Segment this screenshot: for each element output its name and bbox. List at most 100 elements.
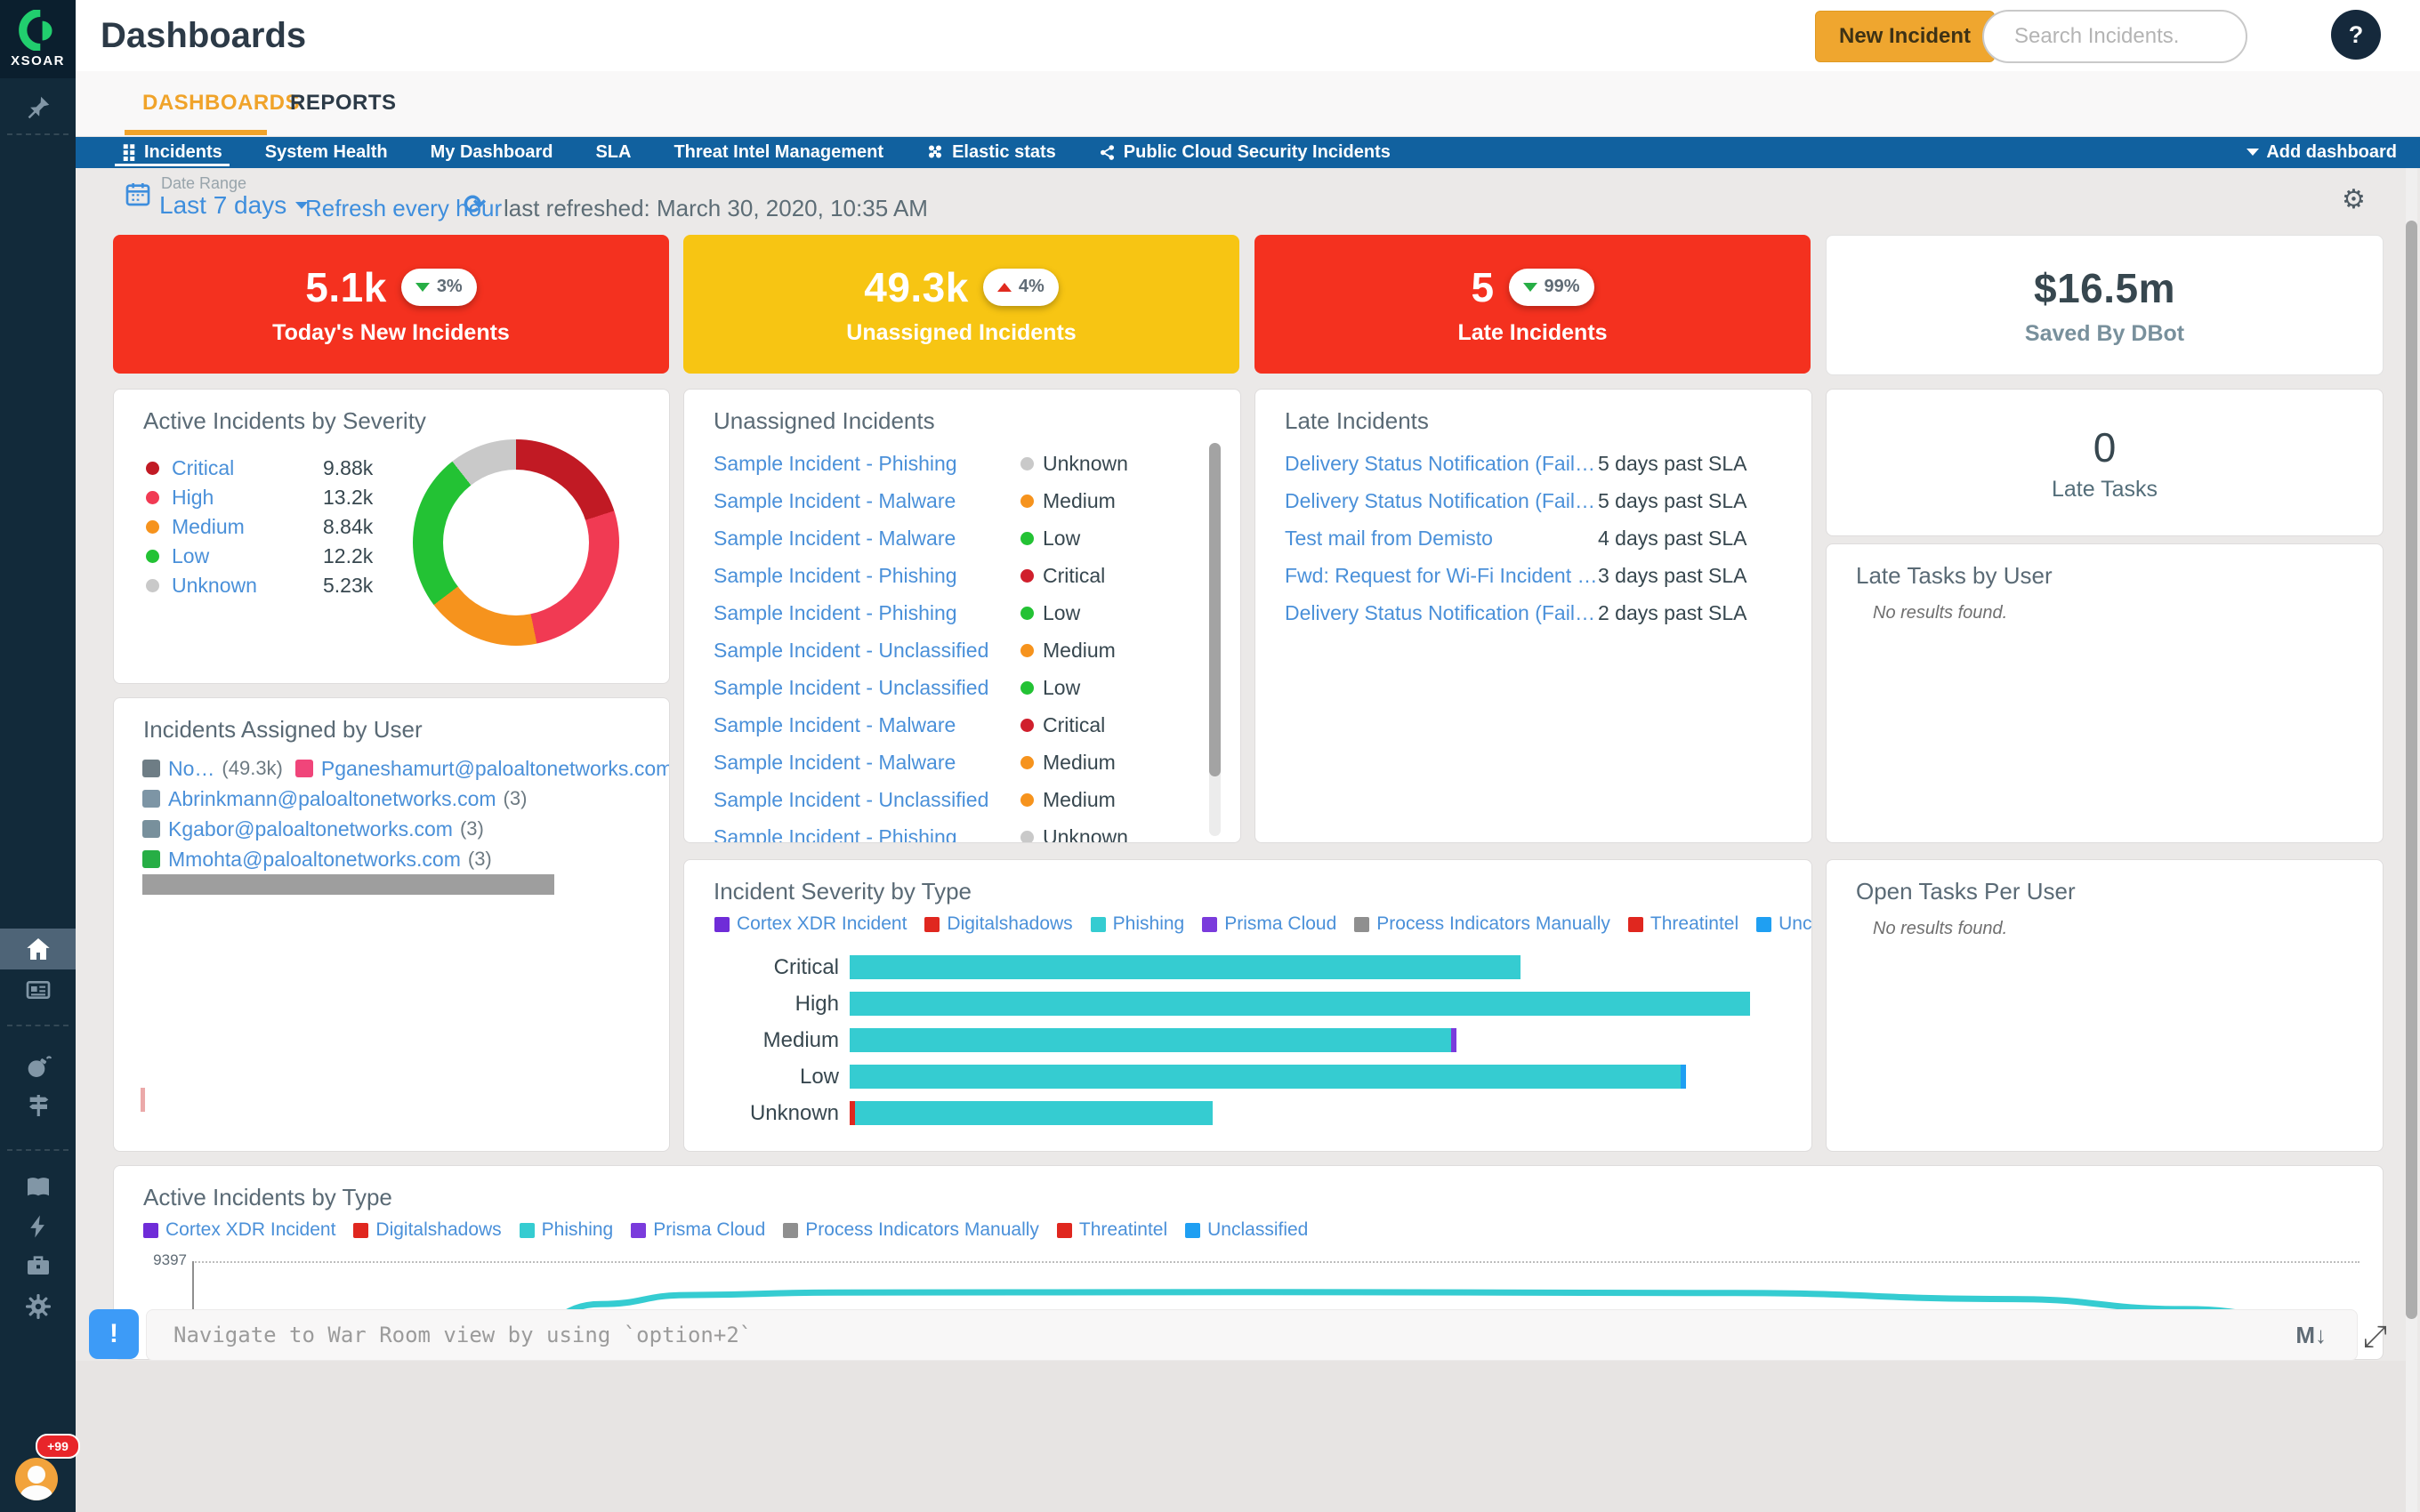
legend-label[interactable]: High	[172, 486, 323, 510]
legend-label[interactable]: Critical	[172, 456, 323, 480]
dashboard-tab-sla[interactable]: SLA	[574, 136, 652, 168]
bar-track	[850, 955, 1750, 979]
dashboard-tab-system-health[interactable]: System Health	[244, 136, 409, 168]
severity-label: Unknown	[1043, 825, 1128, 844]
sidebar-item-home[interactable]	[0, 929, 76, 969]
bar-segment[interactable]	[1681, 1065, 1686, 1089]
bar-segment[interactable]	[850, 955, 1521, 979]
sidebar-item-indicators[interactable]	[0, 1085, 76, 1126]
legend-item-digitalshadows[interactable]: Digitalshadows	[924, 913, 1072, 935]
legend-label: Phishing	[1113, 913, 1185, 935]
incident-link[interactable]: Test mail from Demisto	[1285, 527, 1598, 551]
sidebar-item-playbooks[interactable]	[0, 1167, 76, 1208]
signpost-icon	[24, 1091, 52, 1120]
xsoar-logo[interactable]: XSOAR	[0, 0, 76, 78]
dashboard-tab-incidents[interactable]: Incidents	[101, 136, 244, 168]
incident-link[interactable]: Sample Incident - Malware	[714, 489, 1020, 513]
kpi-number-row: $16.5m	[2034, 264, 2175, 312]
user-link[interactable]: No…	[168, 757, 214, 781]
dashboard-tab-public-cloud-security-incidents[interactable]: Public Cloud Security Incidents	[1077, 136, 1412, 168]
markdown-icon[interactable]: M↓	[2295, 1322, 2327, 1349]
sidebar-item-automation[interactable]	[0, 1206, 76, 1247]
incident-link[interactable]: Sample Incident - Phishing	[714, 564, 1020, 588]
legend-item-threatintel[interactable]: Threatintel	[1057, 1219, 1167, 1241]
user-link[interactable]: Pganeshamurt@paloaltonetworks.com	[321, 757, 670, 781]
legend-item-process-indicators-manually[interactable]: Process Indicators Manually	[783, 1219, 1039, 1241]
incident-link[interactable]: Delivery Status Notification (Fail…	[1285, 601, 1598, 625]
legend-item-phishing[interactable]: Phishing	[1091, 913, 1185, 935]
incident-link[interactable]: Sample Incident - Unclassified	[714, 639, 1020, 663]
kpi-card-today-s-new-incidents[interactable]: 5.1k3%Today's New Incidents	[113, 235, 669, 374]
legend-item-threatintel[interactable]: Threatintel	[1628, 913, 1738, 935]
sla-status: 5 days past SLA	[1598, 489, 1747, 513]
user-avatar[interactable]	[15, 1458, 58, 1500]
incident-link[interactable]: Sample Incident - Phishing	[714, 452, 1020, 476]
page-scrollbar-thumb[interactable]	[2406, 221, 2417, 1319]
incident-link[interactable]: Sample Incident - Unclassified	[714, 676, 1020, 700]
bar-segment[interactable]	[850, 992, 1750, 1016]
dashboard-tab-elastic-stats[interactable]: Elastic stats	[905, 136, 1077, 168]
user-link[interactable]: Mmohta@paloaltonetworks.com	[168, 848, 461, 872]
panel-incident-severity-by-type: Incident Severity by Type Cortex XDR Inc…	[683, 859, 1812, 1152]
bar-segment[interactable]	[850, 1065, 1681, 1089]
assigned-by-user-bar[interactable]	[142, 874, 554, 895]
refresh-icon[interactable]: ⟳	[464, 189, 486, 221]
legend-item-prisma-cloud[interactable]: Prisma Cloud	[631, 1219, 765, 1241]
pin-icon[interactable]	[0, 87, 76, 128]
kpi-card-unassigned-incidents[interactable]: 49.3k4%Unassigned Incidents	[683, 235, 1239, 374]
dashboard-tab-label: System Health	[265, 142, 388, 163]
tab-dashboards[interactable]: DASHBOARDS	[142, 71, 300, 135]
help-button[interactable]: ?	[2331, 10, 2381, 60]
kpi-card-late-incidents[interactable]: 599%Late Incidents	[1254, 235, 1811, 374]
legend-item-cortex-xdr-incident[interactable]: Cortex XDR Incident	[714, 913, 907, 935]
bar-segment[interactable]	[850, 1028, 1451, 1052]
legend-label[interactable]: Medium	[172, 515, 323, 539]
cli-hint-icon[interactable]: !	[89, 1309, 139, 1359]
incident-link[interactable]: Sample Incident - Malware	[714, 751, 1020, 775]
incident-link[interactable]: Sample Incident - Malware	[714, 527, 1020, 551]
date-range-select[interactable]: Last 7 days	[159, 191, 308, 220]
legend-item-phishing[interactable]: Phishing	[520, 1219, 614, 1241]
user-link[interactable]: Abrinkmann@paloaltonetworks.com	[168, 787, 496, 811]
user-link[interactable]: Kgabor@paloaltonetworks.com	[168, 817, 453, 841]
xsoar-logo-icon	[18, 10, 59, 51]
dashboard-tab-my-dashboard[interactable]: My Dashboard	[409, 136, 575, 168]
legend-swatch	[924, 917, 940, 932]
bar-segment[interactable]	[1451, 1028, 1456, 1052]
list-scrollbar-thumb[interactable]	[1209, 443, 1221, 776]
legend-label[interactable]: Unknown	[172, 574, 323, 598]
legend-label[interactable]: Low	[172, 544, 323, 568]
incident-link[interactable]: Sample Incident - Unclassified	[714, 788, 1020, 812]
sidebar-item-settings[interactable]	[0, 1286, 76, 1327]
legend-item-prisma-cloud[interactable]: Prisma Cloud	[1202, 913, 1336, 935]
panel-title: Active Incidents by Severity	[143, 407, 426, 435]
sidebar-item-jobs[interactable]	[0, 1245, 76, 1286]
legend-item-unclassified[interactable]: Unclassified	[1185, 1219, 1308, 1241]
incident-link[interactable]: Fwd: Request for Wi-Fi Incident …	[1285, 564, 1598, 588]
incident-link[interactable]: Sample Incident - Phishing	[714, 601, 1020, 625]
new-incident-button[interactable]: New Incident	[1815, 11, 1995, 62]
dashboard-tab-threat-intel-management[interactable]: Threat Intel Management	[652, 136, 905, 168]
dashboard-settings-icon[interactable]: ⚙	[2342, 184, 2366, 215]
incident-link[interactable]: Sample Incident - Phishing	[714, 825, 1020, 844]
command-line-bar[interactable]: Navigate to War Room view by using `opti…	[146, 1309, 2358, 1361]
incident-link[interactable]: Sample Incident - Malware	[714, 713, 1020, 737]
notification-badge[interactable]: +99	[36, 1434, 80, 1459]
bar-segment[interactable]	[855, 1101, 1213, 1125]
incident-link[interactable]: Delivery Status Notification (Fail…	[1285, 452, 1598, 476]
sidebar-item-incidents[interactable]	[0, 1046, 76, 1087]
legend-item-digitalshadows[interactable]: Digitalshadows	[353, 1219, 501, 1241]
legend-item-unclassified[interactable]: Unclassified	[1756, 913, 1812, 935]
severity-donut-chart[interactable]	[413, 439, 619, 646]
kpi-card-saved-by-dbot[interactable]: $16.5mSaved By DBot	[1826, 235, 2384, 375]
kpi-label: Unassigned Incidents	[846, 320, 1076, 346]
incident-link[interactable]: Delivery Status Notification (Fail…	[1285, 489, 1598, 513]
add-dashboard-button[interactable]: Add dashboard	[2247, 136, 2397, 168]
legend-item-cortex-xdr-incident[interactable]: Cortex XDR Incident	[143, 1219, 335, 1241]
tab-reports[interactable]: REPORTS	[290, 71, 397, 135]
severity-label: Medium	[1043, 639, 1116, 663]
search-input[interactable]	[2013, 23, 2221, 50]
legend-item-process-indicators-manually[interactable]: Process Indicators Manually	[1354, 913, 1610, 935]
sidebar-item-reports[interactable]	[0, 969, 76, 1010]
expand-icon[interactable]: ⤢	[2363, 1320, 2387, 1355]
